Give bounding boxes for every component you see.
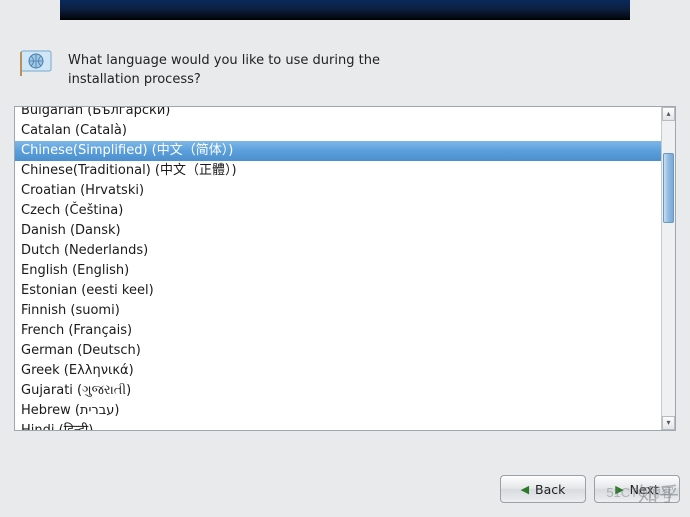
prompt-row: What language would you like to use duri… (0, 20, 690, 106)
footer-buttons: ◀ Back ▶ Next (500, 475, 680, 503)
next-button-label: Next (630, 482, 659, 497)
scroll-track[interactable] (662, 121, 675, 416)
language-option[interactable]: English (English) (15, 261, 661, 281)
scroll-down-button[interactable]: ▾ (662, 416, 675, 430)
next-button[interactable]: ▶ Next (594, 475, 680, 503)
language-listbox[interactable]: Bulgarian (Български)Catalan (Català)Chi… (14, 106, 676, 431)
scrollbar[interactable]: ▴ ▾ (661, 107, 675, 430)
prompt-line-1: What language would you like to use duri… (68, 52, 380, 71)
arrow-left-icon: ◀ (521, 484, 529, 495)
scroll-thumb[interactable] (663, 153, 674, 223)
language-option[interactable]: Czech (Čeština) (15, 201, 661, 221)
language-option[interactable]: Hindi (हिन्दी) (15, 421, 661, 430)
prompt-text: What language would you like to use duri… (68, 50, 380, 90)
language-option[interactable]: German (Deutsch) (15, 341, 661, 361)
language-option[interactable]: Bulgarian (Български) (15, 107, 661, 121)
language-option[interactable]: Estonian (eesti keel) (15, 281, 661, 301)
back-button-label: Back (535, 482, 565, 497)
arrow-right-icon: ▶ (615, 484, 623, 495)
language-option[interactable]: French (Français) (15, 321, 661, 341)
scroll-up-button[interactable]: ▴ (662, 107, 675, 121)
language-option[interactable]: Croatian (Hrvatski) (15, 181, 661, 201)
language-option[interactable]: Danish (Dansk) (15, 221, 661, 241)
language-option[interactable]: Catalan (Català) (15, 121, 661, 141)
language-option[interactable]: Finnish (suomi) (15, 301, 661, 321)
language-option[interactable]: Hebrew (עברית) (15, 401, 661, 421)
language-option[interactable]: Chinese(Traditional) (中文（正體）) (15, 161, 661, 181)
prompt-line-2: installation process? (68, 71, 380, 90)
language-option[interactable]: Dutch (Nederlands) (15, 241, 661, 261)
language-option[interactable]: Greek (Ελληνικά) (15, 361, 661, 381)
installer-banner (60, 0, 630, 20)
language-option[interactable]: Chinese(Simplified) (中文（简体）) (15, 141, 661, 161)
globe-flag-icon (20, 50, 54, 76)
language-list[interactable]: Bulgarian (Български)Catalan (Català)Chi… (15, 107, 661, 430)
back-button[interactable]: ◀ Back (500, 475, 586, 503)
language-option[interactable]: Gujarati (ગુજરાતી) (15, 381, 661, 401)
